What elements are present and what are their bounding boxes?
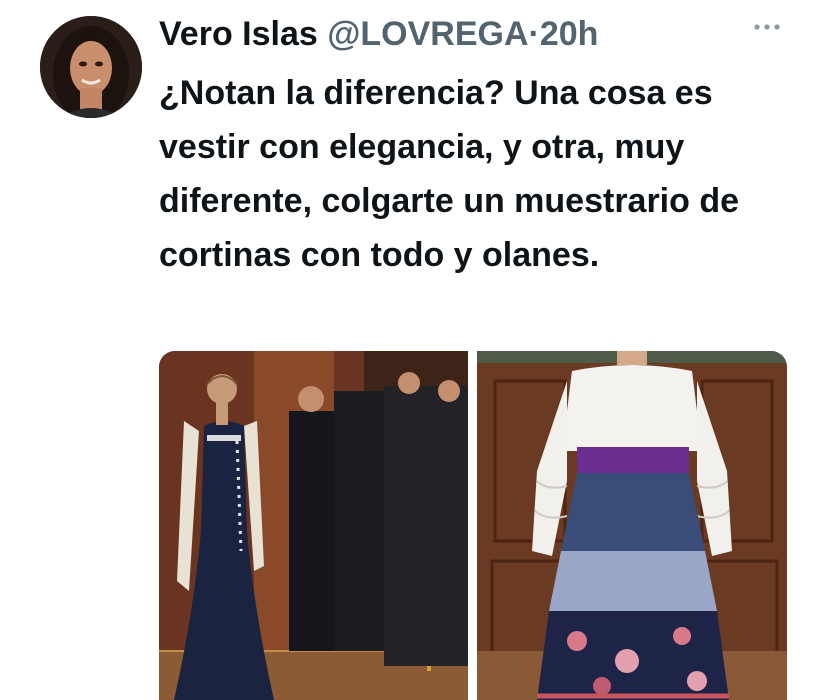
author-handle[interactable]: @LOVREGA [327, 15, 528, 53]
author-avatar[interactable] [40, 16, 142, 118]
separator-dot: · [528, 15, 540, 53]
media-photo-right[interactable] [477, 351, 787, 700]
tweet-text: ¿Notan la diferencia? Una cosa es vestir… [159, 74, 740, 274]
tweet-media [159, 351, 787, 700]
author-name[interactable]: Vero Islas [159, 15, 318, 53]
tweet-timestamp[interactable]: 20h [540, 15, 599, 53]
tweet-header: Vero Islas @LOVREGA·20h [159, 14, 598, 54]
media-photo-left[interactable] [159, 351, 468, 700]
ellipsis-icon[interactable] [752, 12, 782, 42]
